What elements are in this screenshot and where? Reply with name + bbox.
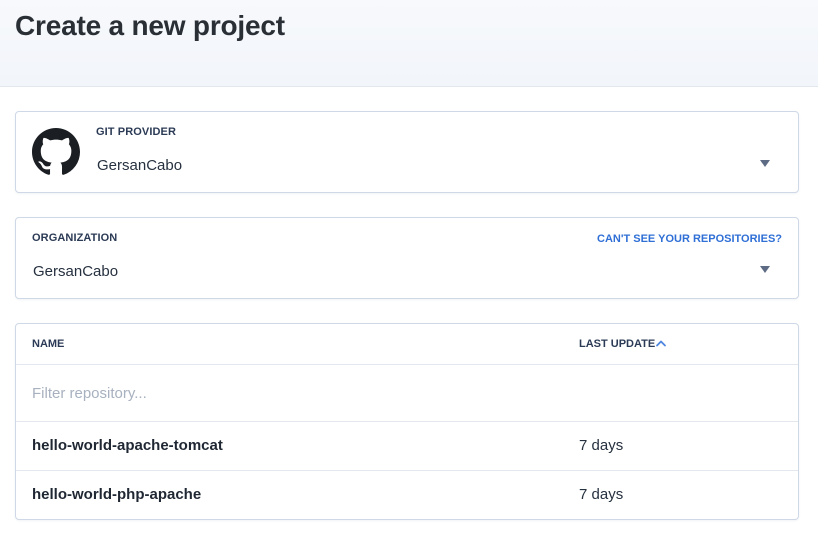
filter-repository-input[interactable] <box>32 381 772 405</box>
git-provider-select[interactable]: GIT PROVIDER GersanCabo <box>15 111 799 193</box>
chevron-down-icon[interactable] <box>760 160 770 167</box>
git-provider-label: GIT PROVIDER <box>96 126 177 138</box>
repository-name: hello-world-php-apache <box>32 486 202 503</box>
chevron-down-icon[interactable] <box>760 266 770 273</box>
github-icon <box>32 128 80 175</box>
page-header: Create a new project <box>0 0 818 87</box>
organization-label: ORGANIZATION <box>32 232 118 244</box>
column-header-name[interactable]: NAME <box>32 338 64 350</box>
page-title: Create a new project <box>15 10 285 41</box>
filter-row <box>16 365 798 422</box>
git-provider-value: GersanCabo <box>97 157 183 174</box>
table-header: NAME LAST UPDATE <box>16 324 798 365</box>
repository-name: hello-world-apache-tomcat <box>32 437 223 454</box>
repository-last-update: 7 days <box>579 437 624 454</box>
organization-select[interactable]: ORGANIZATION CAN'T SEE YOUR REPOSITORIES… <box>15 217 799 299</box>
table-row[interactable]: hello-world-apache-tomcat 7 days <box>16 422 798 471</box>
repository-last-update: 7 days <box>579 486 624 503</box>
organization-value: GersanCabo <box>33 263 119 280</box>
table-row[interactable]: hello-world-php-apache 7 days <box>16 471 798 519</box>
create-project-page: Create a new project GIT PROVIDER Gersan… <box>0 0 818 546</box>
cant-see-repositories-link[interactable]: CAN'T SEE YOUR REPOSITORIES? <box>597 233 782 245</box>
column-header-last-update[interactable]: LAST UPDATE <box>579 338 655 350</box>
sort-ascending-icon[interactable] <box>655 338 667 348</box>
repository-table: NAME LAST UPDATE hello-world-apache-tomc… <box>15 323 799 520</box>
